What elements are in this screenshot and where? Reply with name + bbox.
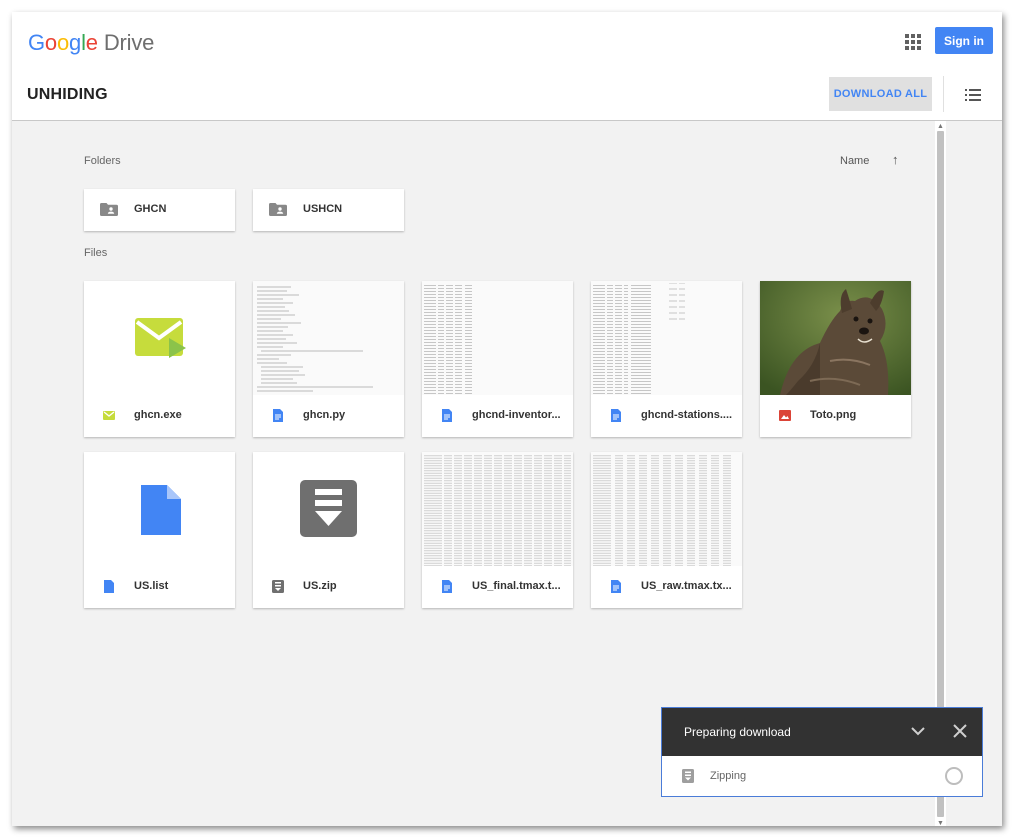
sort-by-name-button[interactable]: Name: [840, 155, 869, 167]
file-card-ghcnd-stations[interactable]: ghcnd-stations....: [591, 281, 742, 437]
panel-header: Preparing download: [662, 708, 982, 756]
files-heading: Files: [84, 247, 108, 259]
apps-grid-icon[interactable]: [905, 34, 921, 50]
folder-card-ghcn[interactable]: GHCN: [84, 189, 235, 231]
file-thumbnail: [253, 281, 404, 395]
file-name: US.list: [134, 580, 169, 592]
image-icon: [779, 410, 791, 421]
file-card-toto-png[interactable]: Toto.png: [760, 281, 911, 437]
folder-name: GHCN: [134, 203, 167, 215]
file-card-ghcnd-inventory[interactable]: ghcnd-inventor...: [422, 281, 573, 437]
text-preview: [422, 454, 573, 566]
zip-icon: [272, 580, 284, 593]
file-name: ghcn.py: [303, 409, 346, 421]
file-name: US_final.tmax.t...: [472, 580, 561, 592]
folder-name: USHCN: [303, 203, 343, 215]
shared-folder-icon: [269, 203, 287, 216]
file-thumbnail: [591, 452, 742, 566]
file-meta: ghcnd-stations....: [591, 395, 742, 437]
shared-folder-icon: [100, 203, 118, 216]
file-thumbnail: [84, 281, 235, 395]
download-all-button[interactable]: DOWNLOAD ALL: [829, 77, 932, 111]
doc-icon: [273, 409, 283, 422]
text-preview: [422, 283, 573, 395]
text-preview: [591, 454, 742, 566]
doc-icon: [611, 409, 621, 422]
file-card-us-raw-tmax[interactable]: US_raw.tmax.tx...: [591, 452, 742, 608]
zip-icon: [682, 769, 694, 783]
file-thumbnail: [591, 281, 742, 395]
file-card-ghcn-exe[interactable]: ghcn.exe: [84, 281, 235, 437]
file-meta: ghcn.py: [253, 395, 404, 437]
text-preview: [257, 286, 373, 392]
sign-in-button[interactable]: Sign in: [935, 27, 993, 54]
browser-page: Google Drive Sign in UNHIDING DOWNLOAD AL…: [12, 12, 1002, 826]
doc-icon: [442, 409, 452, 422]
file-meta: US_final.tmax.t...: [422, 566, 573, 608]
file-thumbnail: [760, 281, 911, 395]
close-icon[interactable]: [952, 723, 968, 739]
doc-icon: [611, 580, 621, 593]
file-meta: ghcnd-inventor...: [422, 395, 573, 437]
file-thumbnail: [422, 452, 573, 566]
download-status: Zipping: [710, 770, 747, 782]
file-thumbnail: [422, 281, 573, 395]
file-meta: ghcn.exe: [84, 395, 235, 437]
doc-icon: [141, 485, 181, 535]
dog-photo-image: [760, 281, 911, 395]
folder-card-ushcn[interactable]: USHCN: [253, 189, 404, 231]
doc-icon: [104, 580, 114, 593]
file-meta: US.zip: [253, 566, 404, 608]
download-item: Zipping: [662, 756, 982, 796]
file-card-us-final-tmax[interactable]: US_final.tmax.t...: [422, 452, 573, 608]
file-name: US.zip: [303, 580, 337, 592]
google-drive-logo[interactable]: Google Drive: [28, 30, 154, 56]
scroll-down-icon[interactable]: ▼: [937, 820, 944, 826]
chevron-down-icon[interactable]: [910, 723, 926, 739]
zip-icon: [300, 480, 357, 537]
page-title: UNHIDING: [27, 86, 108, 103]
file-card-ghcn-py[interactable]: ghcn.py: [253, 281, 404, 437]
file-name: ghcn.exe: [134, 409, 182, 421]
file-meta: US_raw.tmax.tx...: [591, 566, 742, 608]
text-preview: [591, 283, 742, 395]
file-name: ghcnd-inventor...: [472, 409, 561, 421]
arrow-up-icon[interactable]: ↑: [892, 152, 899, 167]
file-card-us-zip[interactable]: US.zip: [253, 452, 404, 608]
divider: [943, 76, 944, 112]
file-thumbnail: [84, 452, 235, 566]
list-view-icon[interactable]: [965, 89, 981, 101]
file-card-us-list[interactable]: US.list: [84, 452, 235, 608]
scroll-up-icon[interactable]: ▲: [937, 123, 944, 130]
exe-icon: [103, 411, 115, 420]
panel-title: Preparing download: [684, 725, 791, 739]
header: Google Drive Sign in UNHIDING DOWNLOAD AL…: [12, 12, 1002, 120]
file-thumbnail: [253, 452, 404, 566]
spinner-icon: [945, 767, 963, 785]
file-name: US_raw.tmax.tx...: [641, 580, 732, 592]
file-name: Toto.png: [810, 409, 857, 421]
download-progress-panel: Preparing download Zipping: [661, 707, 983, 797]
exe-icon: [135, 318, 186, 358]
file-meta: Toto.png: [760, 395, 911, 437]
doc-icon: [442, 580, 452, 593]
folders-heading: Folders: [84, 155, 121, 167]
file-meta: US.list: [84, 566, 235, 608]
file-name: ghcnd-stations....: [641, 409, 733, 421]
